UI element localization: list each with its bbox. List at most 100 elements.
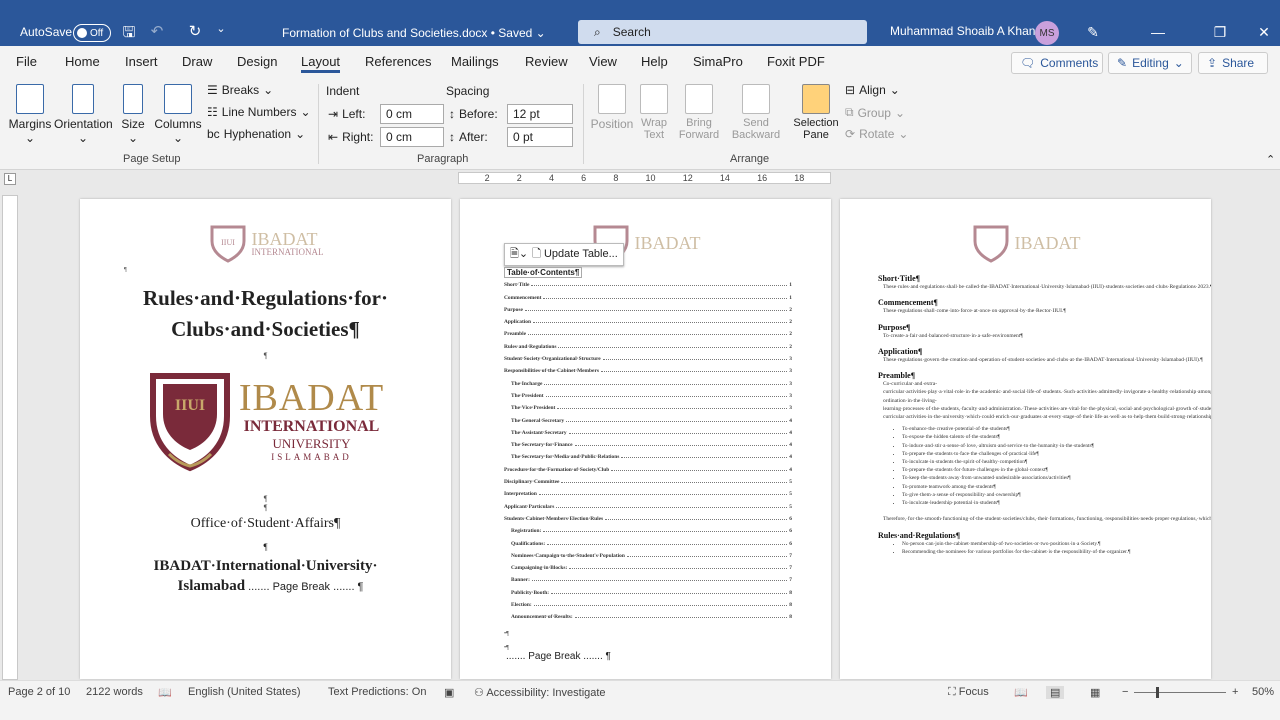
orientation-button[interactable]: Orientation ⌄: [54, 84, 113, 145]
toc-entry[interactable]: Interpretation 5: [504, 485, 792, 497]
comments-button[interactable]: 🗨 Comments: [1011, 52, 1103, 74]
redo-icon[interactable]: ↻: [184, 22, 206, 40]
group-button[interactable]: ⧉ Group ⌄: [845, 105, 905, 120]
tab-view[interactable]: View: [589, 54, 617, 69]
margins-button[interactable]: Margins ⌄: [8, 84, 52, 145]
toc-entry[interactable]: Applicant·Particulars 5: [504, 497, 792, 510]
restore-icon[interactable]: ❐: [1210, 24, 1230, 41]
macro-icon[interactable]: ▣: [444, 686, 454, 699]
tab-simapro[interactable]: SimaPro: [693, 54, 743, 69]
page-2[interactable]: IBADAT 🗎⌄ 🗋 Update Table... Table·of·Con…: [460, 199, 831, 679]
customize-toolbar-icon[interactable]: ⌄: [210, 22, 232, 35]
indent-left-input[interactable]: 0 cm: [380, 104, 444, 124]
spacing-before-input[interactable]: 12 pt: [507, 104, 573, 124]
tab-draw[interactable]: Draw: [182, 54, 212, 69]
search-box[interactable]: ⌕ Search: [578, 20, 867, 44]
read-mode-icon[interactable]: 📖: [1014, 686, 1028, 699]
rotate-button[interactable]: ⟳ Rotate ⌄: [845, 127, 908, 141]
toc-entry[interactable]: The·Incharge 3: [504, 374, 792, 387]
wrap-text-button[interactable]: Wrap Text: [636, 84, 672, 141]
page-count[interactable]: Page 2 of 10: [8, 686, 70, 698]
horizontal-ruler[interactable]: 2 2 4 6 8 10 12 14 16 18: [458, 172, 831, 184]
print-layout-icon[interactable]: ▤: [1046, 686, 1065, 699]
toc-entry[interactable]: Students·Cabinet·Members·Election·Rules 6: [504, 510, 792, 522]
avatar[interactable]: MS: [1035, 21, 1059, 45]
zoom-slider[interactable]: [1134, 687, 1226, 698]
focus-button[interactable]: ⛶ Focus: [948, 686, 989, 699]
tab-foxit-pdf[interactable]: Foxit PDF: [767, 54, 825, 69]
toc-entry[interactable]: The·Secretary·for·Media·and·Public·Relat…: [504, 448, 792, 460]
hyphenation-button[interactable]: bc Hyphenation ⌄: [207, 127, 305, 141]
tab-design[interactable]: Design: [237, 54, 277, 69]
toc-entry[interactable]: The·Assistant·Secretary 4: [504, 424, 792, 436]
language[interactable]: English (United States): [188, 686, 301, 698]
zoom-out-icon[interactable]: −: [1122, 686, 1128, 698]
tab-home[interactable]: Home: [65, 54, 100, 69]
page-3-body[interactable]: Short·Title¶ These·rules·and·regulations·…: [840, 274, 1211, 556]
toc-entry[interactable]: Procedure·for·the·Formation·of·Society/C…: [504, 460, 792, 473]
toc-entry[interactable]: Registration: 6: [504, 522, 792, 534]
toc-entry[interactable]: Publicity·Booth: 8: [504, 583, 792, 596]
size-button[interactable]: Size ⌄: [118, 84, 148, 145]
toc-entry[interactable]: The·Secretary·for·Finance 4: [504, 436, 792, 448]
toc-entry[interactable]: Nominees·Campaign·to·the·Student's·Popul…: [504, 547, 792, 559]
spacing-after-input[interactable]: 0 pt: [507, 127, 573, 147]
zoom-in-icon[interactable]: +: [1232, 686, 1238, 698]
columns-button[interactable]: Columns ⌄: [154, 84, 202, 145]
align-button[interactable]: ⊟ Align ⌄: [845, 83, 900, 97]
update-table-button[interactable]: 🗋 Update Table...: [532, 245, 618, 264]
toc-entry[interactable]: Application 2: [504, 313, 792, 325]
tab-review[interactable]: Review: [525, 54, 568, 69]
indent-right-input[interactable]: 0 cm: [380, 127, 444, 147]
toc-entry[interactable]: Election: 8: [504, 596, 792, 608]
minimize-icon[interactable]: —: [1148, 24, 1168, 40]
collapse-ribbon-icon[interactable]: ⌃: [1266, 153, 1275, 166]
save-icon[interactable]: 🖫: [118, 22, 140, 47]
toc-entry[interactable]: Qualifications: 6: [504, 534, 792, 547]
word-count[interactable]: 2122 words: [86, 686, 143, 698]
tab-references[interactable]: References: [365, 54, 431, 69]
document-title[interactable]: Formation of Clubs and Societies.docx • …: [282, 26, 546, 40]
toc-entry[interactable]: Purpose 2: [504, 301, 792, 313]
proofing-icon[interactable]: 📖: [158, 686, 172, 699]
tab-selector-icon[interactable]: L: [4, 173, 16, 185]
toc-control-toolbar[interactable]: 🗎⌄ 🗋 Update Table...: [504, 243, 624, 266]
tab-file[interactable]: File: [16, 54, 37, 69]
toc-entry[interactable]: Responsibilities·of·the·Cabinet·Members 3: [504, 362, 792, 374]
toc-entry[interactable]: Student·Society·Organizational·Structure…: [504, 350, 792, 362]
tab-insert[interactable]: Insert: [125, 54, 158, 69]
bring-forward-button[interactable]: Bring Forward: [676, 84, 722, 141]
accessibility-status[interactable]: ⚇ Accessibility: Investigate: [474, 686, 606, 699]
web-layout-icon[interactable]: ▦: [1090, 686, 1100, 699]
toc-entry[interactable]: Campaigning·in·Blocks: 7: [504, 559, 792, 571]
page-1[interactable]: IIUI IBADAT INTERNATIONAL ¶ Rules·and·Reg…: [80, 199, 451, 679]
toc-entry[interactable]: Preamble 2: [504, 325, 792, 337]
undo-icon[interactable]: ↶: [146, 22, 168, 40]
close-icon[interactable]: ✕: [1254, 24, 1274, 41]
position-button[interactable]: Position: [590, 84, 634, 131]
tab-help[interactable]: Help: [641, 54, 668, 69]
send-backward-button[interactable]: Send Backward: [728, 84, 784, 141]
toc-icon[interactable]: 🗎⌄: [510, 245, 528, 264]
pen-icon[interactable]: ✎: [1083, 24, 1103, 41]
text-predictions[interactable]: Text Predictions: On: [328, 686, 426, 698]
toc-entry[interactable]: The·President 3: [504, 387, 792, 399]
toc-entry[interactable]: The·Vice·President 3: [504, 399, 792, 411]
tab-mailings[interactable]: Mailings: [451, 54, 499, 69]
zoom-level[interactable]: 50%: [1252, 686, 1274, 698]
editing-button[interactable]: ✎ Editing ⌄: [1108, 52, 1192, 74]
line-numbers-button[interactable]: ☷ Line Numbers ⌄: [207, 105, 311, 119]
table-of-contents[interactable]: Short·Title 1 Commencement 1 Purpose 2 Applica…: [504, 276, 792, 620]
autosave-toggle[interactable]: Off: [73, 24, 111, 42]
zoom-slider-thumb[interactable]: [1156, 687, 1159, 698]
breaks-button[interactable]: ☰ Breaks ⌄: [207, 83, 273, 97]
page-3[interactable]: IBADAT Short·Title¶ These·rules·and·regul…: [840, 199, 1211, 679]
vertical-ruler[interactable]: [2, 195, 18, 680]
toc-entry[interactable]: The·General·Secretary 4: [504, 411, 792, 424]
tab-layout[interactable]: Layout: [301, 54, 341, 73]
selection-pane-button[interactable]: Selection Pane: [792, 84, 840, 141]
share-button[interactable]: ⇪ Share: [1198, 52, 1268, 74]
toc-entry[interactable]: Disciplinary·Committee 5: [504, 473, 792, 485]
toc-entry[interactable]: Commencement 1: [504, 288, 792, 301]
toc-entry[interactable]: Short·Title 1: [504, 276, 792, 288]
